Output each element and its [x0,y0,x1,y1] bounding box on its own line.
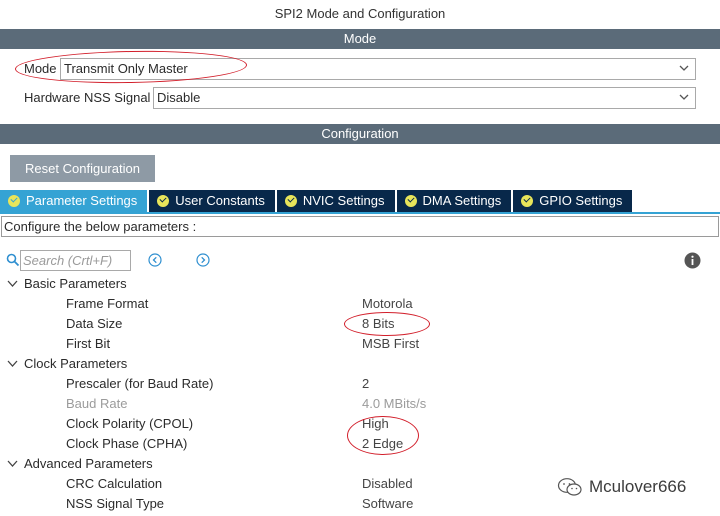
tab-label: GPIO Settings [539,193,623,208]
annotation-ellipse-clock-settings [347,416,419,455]
chevron-down-icon [679,94,689,100]
configure-instructions: Configure the below parameters : [1,216,719,237]
reset-configuration-button[interactable]: Reset Configuration [10,155,155,182]
window-title: SPI2 Mode and Configuration [274,6,446,21]
chevron-down-icon [679,65,689,71]
nss-select-value: Disable [157,90,201,105]
param-row-frame-format[interactable]: Frame Format Motorola [0,294,720,314]
annotation-ellipse-data-size [344,312,430,336]
search-icon[interactable] [6,253,20,267]
tab-gpio-settings[interactable]: GPIO Settings [513,190,633,212]
param-name: Clock Phase (CPHA) [66,436,188,451]
chevron-down-icon [7,280,18,287]
param-name: Baud Rate [66,396,128,411]
param-row-baud-rate: Baud Rate 4.0 MBits/s [0,394,720,414]
group-label: Clock Parameters [24,356,128,371]
param-value[interactable]: MSB First [362,334,419,354]
info-icon[interactable] [684,252,701,269]
search-input[interactable] [20,250,131,271]
param-value: 4.0 MBits/s [362,396,427,411]
tab-label: NVIC Settings [302,193,385,208]
nss-label: Hardware NSS Signal [24,90,151,105]
tab-label: DMA Settings [422,193,502,208]
tab-underline [0,212,720,214]
wechat-icon [557,478,582,496]
watermark: Mculover666 [557,477,686,497]
next-result-icon[interactable] [196,253,210,267]
check-circle-icon [157,195,170,207]
tab-user-constants[interactable]: User Constants [149,190,275,212]
tab-nvic-settings[interactable]: NVIC Settings [276,190,395,212]
param-name: CRC Calculation [66,476,163,491]
param-name: Prescaler (for Baud Rate) [66,376,214,391]
group-clock-parameters[interactable]: Clock Parameters [0,354,720,374]
group-label: Advanced Parameters [24,456,153,471]
param-row-first-bit[interactable]: First Bit MSB First [0,334,720,354]
nss-select[interactable]: Disable [153,87,696,109]
param-value[interactable]: Disabled [362,474,413,494]
param-row-prescaler[interactable]: Prescaler (for Baud Rate) 2 [0,374,720,394]
param-name: Frame Format [66,296,149,311]
check-circle-icon [284,195,297,207]
check-circle-icon [8,195,20,207]
param-value[interactable]: 2 [362,374,369,394]
tab-parameter-settings[interactable]: Parameter Settings [0,190,148,212]
param-row-nss-signal-type[interactable]: NSS Signal Type Software [0,494,720,514]
group-basic-parameters[interactable]: Basic Parameters [0,274,720,294]
param-name: Clock Polarity (CPOL) [66,416,194,431]
previous-result-icon[interactable] [148,253,162,267]
watermark-text: Mculover666 [589,477,687,496]
configuration-section-header: Configuration [0,124,720,144]
tab-label: User Constants [175,193,265,208]
config-tabs: Parameter Settings User Constants NVIC S… [0,190,634,212]
mode-section-header: Mode [0,29,720,49]
tab-label: Parameter Settings [26,193,138,208]
chevron-down-icon [7,460,18,467]
param-value[interactable]: Motorola [362,294,413,314]
param-value[interactable]: Software [362,494,413,514]
param-name: NSS Signal Type [66,496,165,511]
group-label: Basic Parameters [24,276,127,291]
tab-dma-settings[interactable]: DMA Settings [396,190,512,212]
check-circle-icon [521,195,534,207]
param-name: Data Size [66,316,123,331]
chevron-down-icon [7,360,18,367]
check-circle-icon [404,195,417,207]
group-advanced-parameters[interactable]: Advanced Parameters [0,454,720,474]
param-name: First Bit [66,336,111,351]
